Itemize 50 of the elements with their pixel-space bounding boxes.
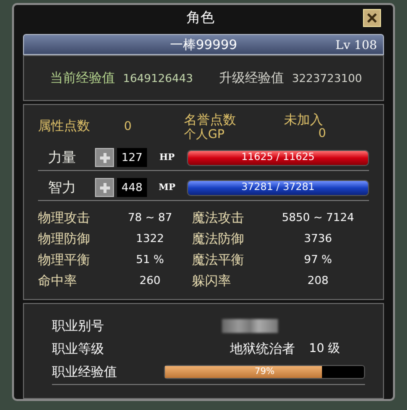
stat-value: 260 xyxy=(138,274,162,287)
stat-label: 物理攻击 xyxy=(38,210,91,226)
stat-value: 1322 xyxy=(135,232,165,245)
progress-reading: 79% xyxy=(254,366,276,378)
plus-button[interactable] xyxy=(95,148,114,167)
bar-reading: 37281 / 37281 xyxy=(240,180,316,194)
exp-label: 升级经验值 xyxy=(219,70,284,87)
attribute-label: 力量 xyxy=(47,148,77,166)
job-label: 职业别号 xyxy=(52,318,105,334)
stat-label: 命中率 xyxy=(38,272,78,290)
gp-label: 个人GP xyxy=(184,126,226,141)
job-label: 职业等级 xyxy=(52,340,105,358)
stat-label: 物理防御 xyxy=(38,230,91,248)
honor-value: 未加入 xyxy=(284,112,324,126)
close-icon xyxy=(366,12,378,24)
window-title: 角色 xyxy=(186,8,216,26)
stat-value: 51 % xyxy=(135,253,165,266)
stat-value: 78 ~ 87 xyxy=(126,211,174,224)
stat-label: 魔法防御 xyxy=(192,230,245,248)
stat-label: 魔法攻击 xyxy=(192,210,245,226)
attribute-value: 127 xyxy=(117,148,147,167)
stat-label: 躲闪率 xyxy=(192,272,232,290)
bar-label: MP xyxy=(158,182,176,192)
exp-value: 3223723100 xyxy=(292,72,362,84)
job-label: 职业经验值 xyxy=(52,364,118,381)
stat-value: 208 xyxy=(306,274,330,287)
gp-value: 0 xyxy=(317,126,327,141)
bar-label: HP xyxy=(158,152,176,162)
job-level: 10 级 xyxy=(309,340,340,357)
attribute-value: 448 xyxy=(117,178,147,197)
points-label: 属性点数 xyxy=(38,118,91,135)
plus-button[interactable] xyxy=(95,178,114,197)
character-name: 一棒99999 xyxy=(168,36,238,54)
stat-value: 5850 ~ 7124 xyxy=(280,211,356,224)
job-class: 地狱统治者 xyxy=(230,340,295,358)
bar-reading: 11625 / 11625 xyxy=(240,150,316,164)
points-value: 0 xyxy=(124,119,133,133)
honor-label: 名誉点数 xyxy=(184,112,237,126)
exp-label: 当前经验值 xyxy=(50,70,115,87)
character-level: Lv 108 xyxy=(334,38,378,52)
stat-value: 97 % xyxy=(303,253,333,266)
stat-value: 3736 xyxy=(303,232,333,245)
stat-label: 物理平衡 xyxy=(38,252,91,268)
attribute-label: 智力 xyxy=(47,178,77,196)
exp-value: 1649126443 xyxy=(123,72,193,84)
blurred-value xyxy=(222,318,278,332)
close-button[interactable] xyxy=(363,8,381,26)
plus-icon xyxy=(98,182,110,194)
plus-icon xyxy=(98,152,110,164)
stat-label: 魔法平衡 xyxy=(192,252,245,268)
